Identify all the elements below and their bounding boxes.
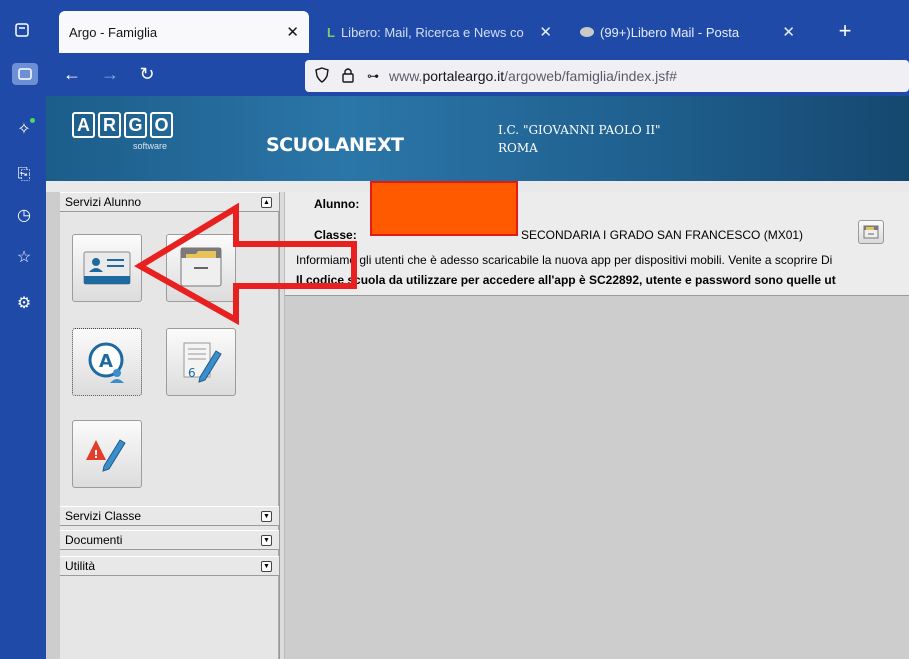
browser-sidebar: ✧ ⎘ ◷ ☆ ⚙ — [0, 96, 46, 659]
tab-title: (99+)Libero Mail - Posta — [600, 24, 740, 40]
bookmarks-star-icon[interactable]: ☆ — [13, 246, 35, 268]
tab-title: Libero: Mail, Ricerca e News co — [340, 24, 524, 40]
annotation-arrow-icon — [134, 202, 357, 326]
close-tab-icon[interactable]: ✕ — [782, 23, 795, 41]
tab-list-icon[interactable] — [10, 18, 34, 42]
libero-favicon-icon: L — [327, 24, 335, 40]
history-icon[interactable]: ◷ — [13, 204, 35, 226]
shield-icon[interactable] — [315, 66, 331, 86]
lock-icon[interactable] — [341, 67, 357, 86]
url-prefix: www. — [389, 68, 423, 84]
mail-favicon-icon — [580, 27, 594, 37]
reload-icon[interactable]: ↻ — [135, 63, 159, 85]
tab-title: Argo - Famiglia — [69, 24, 158, 40]
close-tab-icon[interactable]: ✕ — [286, 23, 299, 41]
browser-tab-bar: Argo - Famiglia ✕ L Libero: Mail, Ricerc… — [0, 0, 909, 53]
back-arrow-icon[interactable]: ← — [60, 63, 84, 85]
forward-arrow-icon[interactable]: → — [98, 63, 122, 85]
tab-argo-famiglia[interactable]: Argo - Famiglia ✕ — [59, 11, 309, 53]
url-domain: portaleargo.it — [422, 68, 505, 84]
url-text: www.portaleargo.it/argoweb/famiglia/inde… — [389, 68, 677, 84]
url-bar[interactable]: ⊶ www.portaleargo.it/argoweb/famiglia/in… — [305, 60, 909, 92]
permissions-icon[interactable]: ⊶ — [367, 69, 379, 83]
web-page: A R G O software SCUOLANEXT I.C. "GIOVAN… — [46, 96, 909, 659]
url-path: /argoweb/famiglia/index.jsf# — [504, 68, 677, 84]
settings-gear-icon[interactable]: ⚙ — [13, 292, 35, 314]
tab-libero-mail[interactable]: (99+)Libero Mail - Posta ✕ — [570, 11, 815, 53]
close-tab-icon[interactable]: ✕ — [539, 23, 552, 41]
tab-libero-news[interactable]: L Libero: Mail, Ricerca e News co ✕ — [317, 11, 562, 53]
ai-sparkle-icon[interactable]: ✧ — [13, 118, 35, 140]
sidebar-toggle-icon[interactable] — [12, 63, 38, 85]
synced-tabs-icon[interactable]: ⎘ — [13, 164, 35, 186]
new-tab-button[interactable]: + — [834, 18, 856, 43]
